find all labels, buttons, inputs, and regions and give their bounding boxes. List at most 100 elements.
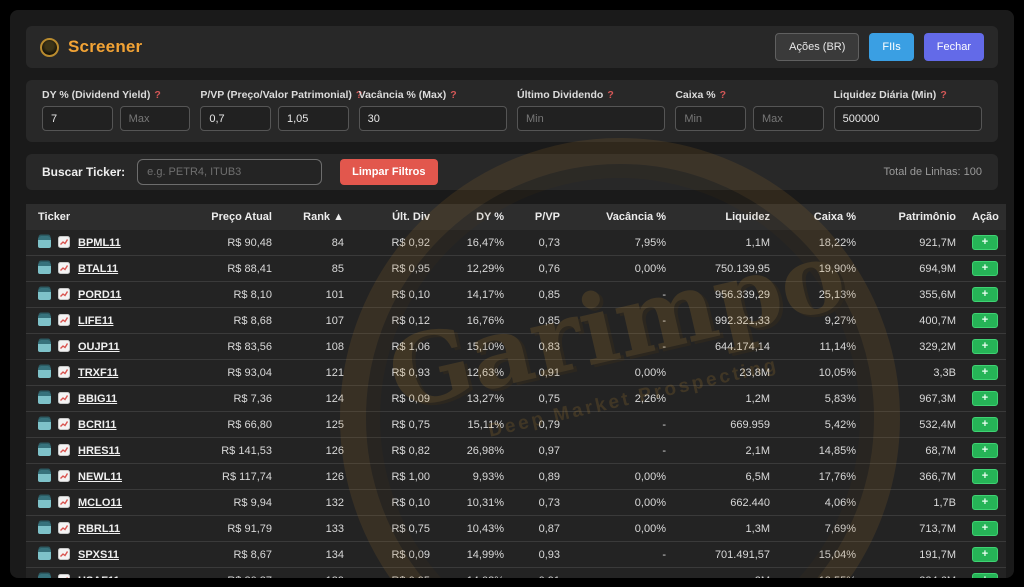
help-icon[interactable]: ? bbox=[154, 89, 160, 101]
add-to-portfolio-button[interactable]: + bbox=[972, 443, 998, 458]
ticker-search-input[interactable] bbox=[137, 159, 322, 185]
value-cell: 139 bbox=[280, 568, 352, 579]
portfolio-icon[interactable] bbox=[38, 522, 51, 534]
column-header[interactable]: Liquidez bbox=[674, 204, 778, 230]
chart-icon[interactable] bbox=[58, 522, 70, 534]
portfolio-icon[interactable] bbox=[38, 366, 51, 378]
column-header[interactable]: Últ. Div bbox=[352, 204, 438, 230]
value-cell: 0,91 bbox=[512, 360, 568, 386]
ticker-link[interactable]: HSAF11 bbox=[78, 575, 120, 578]
ticker-cell: BCRI11 bbox=[26, 412, 174, 438]
value-cell: 3,3B bbox=[864, 360, 964, 386]
filter-input[interactable] bbox=[42, 106, 113, 131]
filter-input[interactable] bbox=[359, 106, 507, 131]
portfolio-icon[interactable] bbox=[38, 548, 51, 560]
chart-icon[interactable] bbox=[58, 366, 70, 378]
column-header[interactable]: P/VP bbox=[512, 204, 568, 230]
portfolio-icon[interactable] bbox=[38, 262, 51, 274]
portfolio-icon[interactable] bbox=[38, 340, 51, 352]
filter-input[interactable] bbox=[200, 106, 271, 131]
portfolio-icon[interactable] bbox=[38, 470, 51, 482]
chart-icon[interactable] bbox=[58, 444, 70, 456]
column-header[interactable]: DY % bbox=[438, 204, 512, 230]
chart-icon[interactable] bbox=[58, 288, 70, 300]
ticker-link[interactable]: HRES11 bbox=[78, 445, 120, 457]
portfolio-icon[interactable] bbox=[38, 496, 51, 508]
add-to-portfolio-button[interactable]: + bbox=[972, 339, 998, 354]
add-to-portfolio-button[interactable]: + bbox=[972, 287, 998, 302]
add-to-portfolio-button[interactable]: + bbox=[972, 547, 998, 562]
ticker-cell: BBIG11 bbox=[26, 386, 174, 412]
add-to-portfolio-button[interactable]: + bbox=[972, 573, 998, 578]
portfolio-icon[interactable] bbox=[38, 288, 51, 300]
filter-input[interactable] bbox=[278, 106, 349, 131]
ticker-link[interactable]: MCLO11 bbox=[78, 497, 122, 509]
help-icon[interactable]: ? bbox=[720, 89, 726, 101]
chart-icon[interactable] bbox=[58, 340, 70, 352]
chart-icon[interactable] bbox=[58, 470, 70, 482]
portfolio-icon[interactable] bbox=[38, 418, 51, 430]
help-icon[interactable]: ? bbox=[940, 89, 946, 101]
ticker-link[interactable]: TRXF11 bbox=[78, 367, 118, 379]
chart-icon[interactable] bbox=[58, 392, 70, 404]
filter-input[interactable] bbox=[120, 106, 191, 131]
column-header[interactable]: Ticker bbox=[26, 204, 174, 230]
add-to-portfolio-button[interactable]: + bbox=[972, 261, 998, 276]
column-header[interactable]: Ação bbox=[964, 204, 1006, 230]
chart-icon[interactable] bbox=[58, 418, 70, 430]
add-to-portfolio-button[interactable]: + bbox=[972, 313, 998, 328]
add-to-portfolio-button[interactable]: + bbox=[972, 469, 998, 484]
add-to-portfolio-button[interactable]: + bbox=[972, 235, 998, 250]
column-header[interactable]: Patrimônio bbox=[864, 204, 964, 230]
filter-input[interactable] bbox=[675, 106, 746, 131]
value-cell: R$ 83,56 bbox=[174, 334, 280, 360]
portfolio-icon[interactable] bbox=[38, 314, 51, 326]
ticker-link[interactable]: BBIG11 bbox=[78, 393, 117, 405]
help-icon[interactable]: ? bbox=[450, 89, 456, 101]
column-header[interactable]: Vacância % bbox=[568, 204, 674, 230]
fiis-button[interactable]: FIIs bbox=[869, 33, 913, 61]
chart-icon[interactable] bbox=[58, 548, 70, 560]
ticker-link[interactable]: PORD11 bbox=[78, 289, 121, 301]
ticker-link[interactable]: RBRL11 bbox=[78, 523, 120, 535]
filter-input[interactable] bbox=[753, 106, 824, 131]
value-cell: 121 bbox=[280, 360, 352, 386]
portfolio-icon[interactable] bbox=[38, 574, 51, 578]
add-to-portfolio-button[interactable]: + bbox=[972, 391, 998, 406]
add-to-portfolio-button[interactable]: + bbox=[972, 495, 998, 510]
column-header[interactable]: Rank ▲ bbox=[280, 204, 352, 230]
chart-icon[interactable] bbox=[58, 496, 70, 508]
column-header[interactable]: Preço Atual bbox=[174, 204, 280, 230]
value-cell: R$ 0,75 bbox=[352, 412, 438, 438]
ticker-link[interactable]: LIFE11 bbox=[78, 315, 113, 327]
add-to-portfolio-button[interactable]: + bbox=[972, 417, 998, 432]
column-header[interactable]: Caixa % bbox=[778, 204, 864, 230]
chart-icon[interactable] bbox=[58, 262, 70, 274]
filter-input[interactable] bbox=[834, 106, 982, 131]
portfolio-icon[interactable] bbox=[38, 236, 51, 248]
ticker-link[interactable]: BCRI11 bbox=[78, 419, 117, 431]
ticker-link[interactable]: SPXS11 bbox=[78, 549, 119, 561]
chart-icon[interactable] bbox=[58, 236, 70, 248]
chart-icon[interactable] bbox=[58, 574, 70, 578]
ticker-link[interactable]: NEWL11 bbox=[78, 471, 122, 483]
acoes-br-button[interactable]: Ações (BR) bbox=[775, 33, 859, 61]
ticker-link[interactable]: BTAL11 bbox=[78, 263, 118, 275]
value-cell: 1,3M bbox=[674, 516, 778, 542]
add-to-portfolio-button[interactable]: + bbox=[972, 521, 998, 536]
ticker-link[interactable]: OUJP11 bbox=[78, 341, 120, 353]
ticker-link[interactable]: BPML11 bbox=[78, 237, 121, 249]
filters-panel: DY % (Dividend Yield)?P/VP (Preço/Valor … bbox=[26, 80, 998, 142]
add-to-portfolio-button[interactable]: + bbox=[972, 365, 998, 380]
value-cell: R$ 80,87 bbox=[174, 568, 280, 579]
value-cell: - bbox=[568, 568, 674, 579]
fechar-button[interactable]: Fechar bbox=[924, 33, 984, 61]
value-cell: 10,05% bbox=[778, 360, 864, 386]
table-body: BPML11R$ 90,4884R$ 0,9216,47%0,737,95%1,… bbox=[26, 230, 1006, 578]
clear-filters-button[interactable]: Limpar Filtros bbox=[340, 159, 437, 185]
portfolio-icon[interactable] bbox=[38, 444, 51, 456]
filter-input[interactable] bbox=[517, 106, 665, 131]
chart-icon[interactable] bbox=[58, 314, 70, 326]
portfolio-icon[interactable] bbox=[38, 392, 51, 404]
help-icon[interactable]: ? bbox=[607, 89, 613, 101]
